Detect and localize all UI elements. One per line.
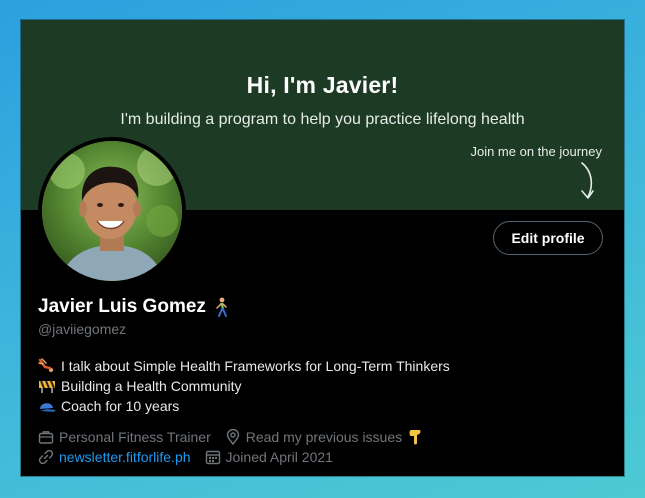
pointing-down-emoji-icon bbox=[409, 430, 421, 445]
calendar-icon bbox=[205, 449, 221, 465]
bio-text: Building a Health Community bbox=[61, 378, 242, 394]
bio-text: I talk about Simple Health Frameworks fo… bbox=[61, 358, 450, 374]
profile-name: Javier Luis Gomez bbox=[38, 296, 206, 317]
location-pin-icon bbox=[225, 429, 241, 445]
banner-title: Hi, I'm Javier! bbox=[246, 72, 399, 98]
profile-location: Read my previous issues bbox=[225, 428, 423, 446]
profile-card: Hi, I'm Javier! I'm building a program t… bbox=[21, 20, 624, 476]
avatar-photo bbox=[42, 141, 182, 281]
profile-name-row: Javier Luis Gomez bbox=[38, 296, 228, 318]
joined-text: Joined April 2021 bbox=[225, 449, 333, 465]
cap-emoji-icon bbox=[40, 403, 56, 412]
profile-meta-row-2: newsletter.fitforlife.ph Joined April 20… bbox=[38, 449, 333, 465]
profile-handle: @javiiegomez bbox=[38, 321, 127, 337]
bio-text: Coach for 10 years bbox=[61, 398, 180, 414]
profile-joined: Joined April 2021 bbox=[205, 449, 333, 465]
website-link[interactable]: newsletter.fitforlife.ph bbox=[59, 449, 191, 465]
banner-subtitle: I'm building a program to help you pract… bbox=[120, 111, 525, 128]
profile-category: Personal Fitness Trainer bbox=[38, 429, 211, 445]
bio-line: Coach for 10 years bbox=[38, 396, 450, 416]
walking-person-emoji-icon bbox=[216, 297, 227, 317]
bio-line: I talk about Simple Health Frameworks fo… bbox=[38, 356, 450, 376]
profile-website[interactable]: newsletter.fitforlife.ph bbox=[38, 449, 191, 465]
location-text: Read my previous issues bbox=[245, 429, 403, 445]
profile-bio: I talk about Simple Health Frameworks fo… bbox=[38, 356, 450, 416]
link-icon bbox=[38, 449, 54, 465]
briefcase-icon bbox=[38, 429, 54, 445]
profile-meta-row-1: Personal Fitness Trainer Read my previou… bbox=[38, 428, 423, 446]
gymnast-emoji-icon bbox=[38, 358, 53, 372]
bio-line: Building a Health Community bbox=[38, 376, 450, 396]
banner-cta: Join me on the journey bbox=[470, 144, 602, 159]
category-text: Personal Fitness Trainer bbox=[59, 429, 211, 445]
edit-profile-button[interactable]: Edit profile bbox=[493, 221, 603, 255]
curved-arrow-icon bbox=[581, 162, 594, 199]
avatar[interactable] bbox=[38, 137, 186, 285]
construction-emoji-icon bbox=[39, 380, 55, 393]
